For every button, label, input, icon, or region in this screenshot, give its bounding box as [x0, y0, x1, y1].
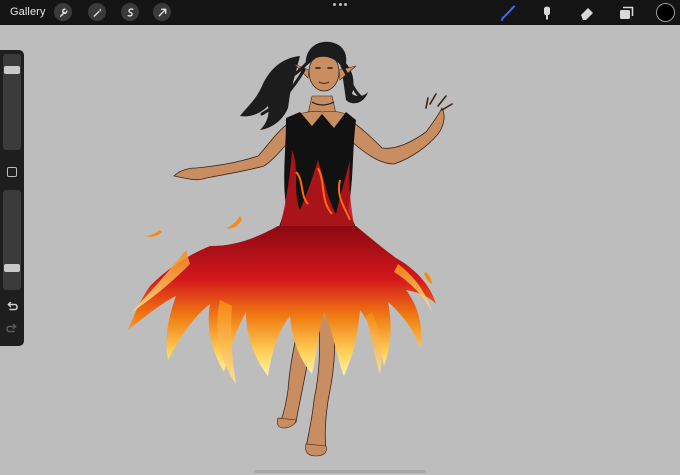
magic-wand-icon[interactable]: [88, 3, 106, 21]
layers-icon[interactable]: [616, 3, 636, 23]
top-toolbar: Gallery: [0, 0, 680, 25]
brush-icon[interactable]: [498, 3, 518, 23]
wrench-icon[interactable]: [54, 3, 72, 21]
right-foot: [305, 443, 327, 457]
left-arm: [173, 121, 295, 181]
color-picker-button[interactable]: [656, 3, 675, 22]
right-hand-fingers: [425, 93, 453, 111]
gallery-button[interactable]: Gallery: [10, 6, 46, 18]
selection-icon[interactable]: [121, 3, 139, 21]
flame-wisp: [226, 216, 242, 229]
transform-arrow-icon[interactable]: [153, 3, 171, 21]
smudge-icon[interactable]: [537, 3, 557, 23]
left-foot: [276, 417, 297, 429]
more-options-icon[interactable]: [333, 3, 347, 9]
flame-wisp: [424, 272, 432, 284]
canvas-artwork[interactable]: [0, 25, 680, 475]
flame-skirt: [128, 226, 436, 376]
right-arm: [345, 107, 445, 165]
home-indicator: [254, 470, 426, 473]
flame-wisp: [146, 230, 162, 237]
eraser-icon[interactable]: [577, 3, 597, 23]
